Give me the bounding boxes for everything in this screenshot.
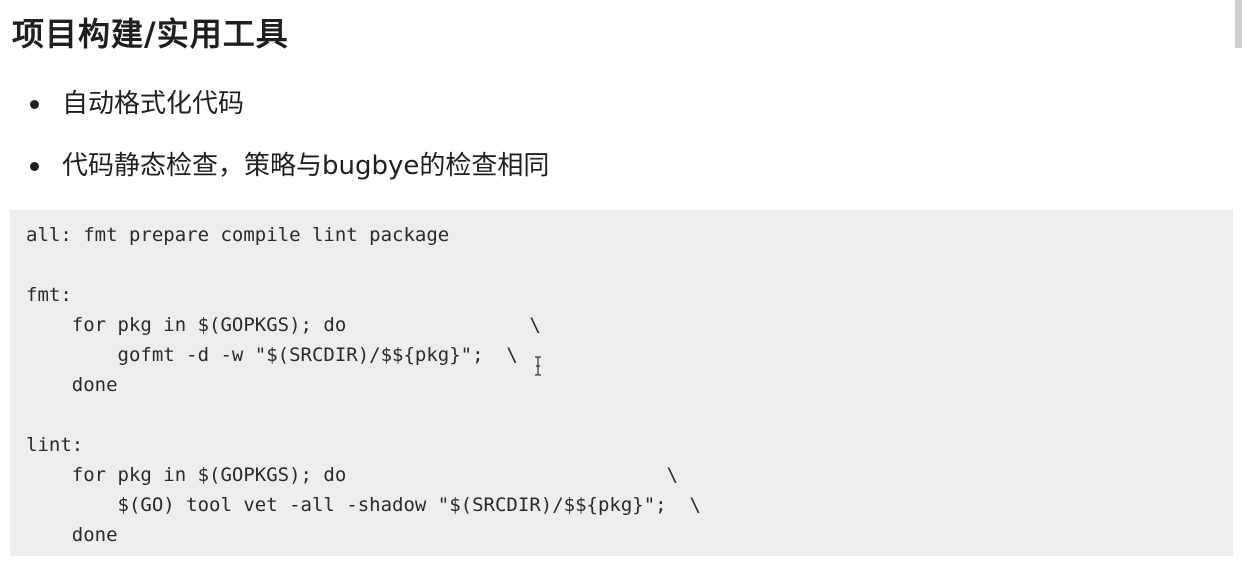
code-line: done — [26, 374, 118, 396]
text-cursor-icon — [535, 356, 541, 376]
bullet-text: 自动格式化代码 — [62, 89, 245, 119]
code-line: for pkg in $(GOPKGS); do \ — [26, 464, 679, 486]
bullet-item: 代码静态检查，策略与bugbye的检查相同 — [28, 144, 549, 188]
code-line: all: fmt prepare compile lint package — [26, 224, 450, 246]
code-line: lint: — [26, 434, 84, 456]
code-line: done — [26, 524, 118, 546]
bullet-list: 自动格式化代码 代码静态检查，策略与bugbye的检查相同 — [28, 82, 549, 206]
code-block: all: fmt prepare compile lint package fm… — [10, 210, 1233, 556]
code-line: gofmt -d -w "$(SRCDIR)/$${pkg}"; \ — [26, 344, 518, 366]
bullet-text: 代码静态检查，策略与bugbye的检查相同 — [62, 151, 550, 181]
code-line: for pkg in $(GOPKGS); do \ — [26, 314, 541, 336]
slide-title: 项目构建/实用工具 — [12, 15, 289, 53]
bullet-dot-icon — [30, 162, 39, 171]
code-line: $(GO) tool vet -all -shadow "$(SRCDIR)/$… — [26, 494, 701, 516]
scrollbar-thumb[interactable] — [1235, 0, 1242, 48]
bullet-item: 自动格式化代码 — [28, 82, 549, 126]
code-line: fmt: — [26, 284, 72, 306]
bullet-dot-icon — [30, 100, 39, 109]
